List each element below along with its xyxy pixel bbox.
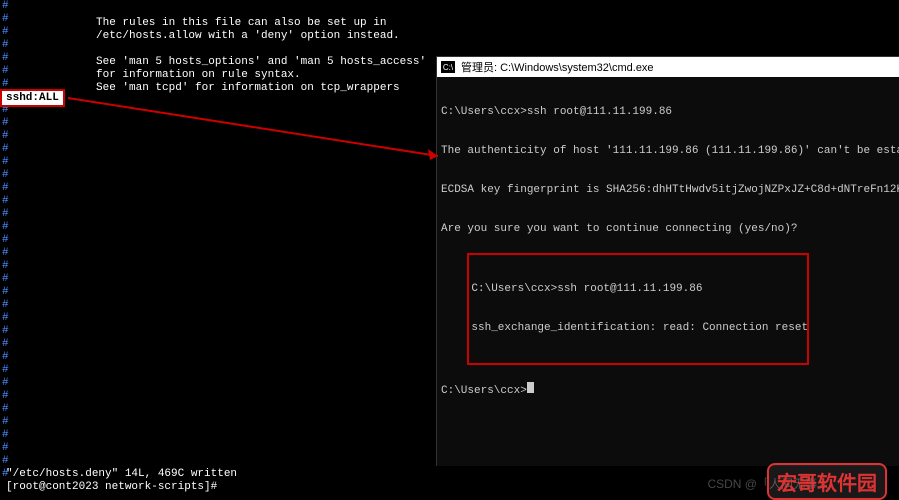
cmd-prompt-line[interactable]: C:\Users\ccx>	[441, 382, 895, 398]
shell-prompt[interactable]: [root@cont2023 network-scripts]#	[6, 481, 217, 493]
comment-line: for information on rule syntax.	[96, 69, 426, 82]
error-highlight-box: C:\Users\ccx>ssh root@111.11.199.86 ssh_…	[467, 253, 809, 365]
comment-line: See 'man tcpd' for information on tcp_wr…	[96, 82, 426, 95]
cmd-line: C:\Users\ccx>ssh root@111.11.199.86	[441, 106, 895, 119]
cmd-titlebar[interactable]: C:\ 管理员: C:\Windows\system32\cmd.exe	[437, 57, 899, 77]
cmd-line: ECDSA key fingerprint is SHA256:dhHTtHwd…	[441, 184, 895, 197]
comment-line: The rules in this file can also be set u…	[96, 17, 426, 30]
cmd-output[interactable]: C:\Users\ccx>ssh root@111.11.199.86 The …	[437, 77, 899, 427]
comment-line: /etc/hosts.allow with a 'deny' option in…	[96, 30, 426, 43]
cmd-title-text: 管理员: C:\Windows\system32\cmd.exe	[461, 59, 654, 75]
vim-gutter: #####################################	[0, 0, 14, 480]
vim-status-line: "/etc/hosts.deny" 14L, 469C written	[6, 468, 237, 480]
logo-watermark: 宏哥软件园	[767, 463, 887, 500]
cmd-line: The authenticity of host '111.11.199.86 …	[441, 145, 895, 158]
comment-line: See 'man 5 hosts_options' and 'man 5 hos…	[96, 56, 426, 69]
cmd-line: C:\Users\ccx>ssh root@111.11.199.86	[471, 283, 805, 296]
cmd-line: Are you sure you want to continue connec…	[441, 223, 895, 236]
cmd-icon: C:\	[441, 61, 455, 73]
sshd-rule-highlight: sshd:ALL	[0, 89, 65, 107]
cursor	[527, 382, 534, 393]
cmd-error-line: ssh_exchange_identification: read: Conne…	[471, 322, 805, 335]
cmd-window[interactable]: C:\ 管理员: C:\Windows\system32\cmd.exe C:\…	[436, 56, 899, 466]
file-content: The rules in this file can also be set u…	[96, 17, 426, 95]
